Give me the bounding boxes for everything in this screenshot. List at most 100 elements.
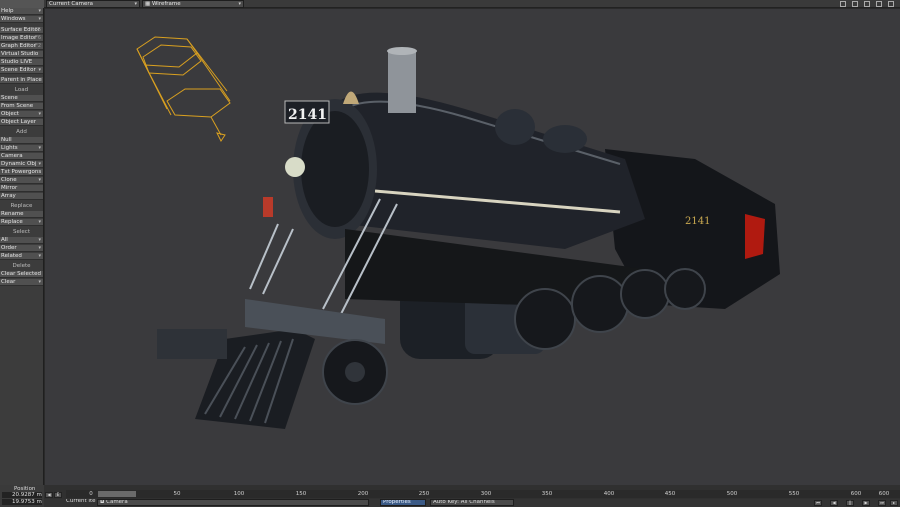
image-editor-button[interactable]: Image Editor F6: [0, 35, 43, 42]
from-scene-label: From Scene: [1, 103, 34, 109]
replace-label: Replace: [1, 219, 23, 225]
add-dynamic-obj-button[interactable]: Dynamic Obj ▾: [0, 161, 43, 168]
select-related-label: Related: [1, 253, 22, 259]
delete-header: Delete: [12, 263, 31, 269]
select-order-button[interactable]: Order ▾: [0, 245, 43, 252]
clear-button[interactable]: Clear ▾: [0, 279, 43, 286]
add-lights-button[interactable]: Lights ▾: [0, 145, 43, 152]
go-end-icon[interactable]: ⏭: [878, 500, 886, 506]
current-item-dropdown[interactable]: ◘ Camera: [97, 499, 369, 506]
replace-button[interactable]: Replace ▾: [0, 219, 43, 226]
add-null-button[interactable]: Null: [0, 137, 43, 144]
grid-icon[interactable]: [864, 1, 870, 7]
chevron-down-icon: ▾: [38, 111, 41, 117]
position-block: Position 20.9287 m 19.9753 m: [0, 485, 44, 507]
tick-label: 100: [233, 491, 245, 497]
settings-icon[interactable]: [888, 1, 894, 7]
array-button[interactable]: Array: [0, 193, 43, 200]
select-related-button[interactable]: Related ▾: [0, 253, 43, 260]
chevron-down-icon: ▾: [134, 1, 137, 7]
chevron-down-icon: ▾: [38, 16, 41, 22]
clone-label: Clone: [1, 177, 17, 183]
tick-label: 600: [878, 491, 890, 497]
step-back-icon[interactable]: ◀: [830, 500, 838, 506]
tick-label: 550: [788, 491, 800, 497]
viewport-layout-icon[interactable]: [840, 1, 846, 7]
add-header: Add: [16, 129, 27, 135]
object-layer-button[interactable]: Object Layer: [0, 119, 43, 126]
locomotive-number: 2141: [288, 107, 327, 123]
parent-in-place-button[interactable]: Parent in Place: [0, 77, 43, 84]
camera-view-dropdown[interactable]: Current Camera ▾: [46, 0, 140, 8]
image-editor-label: Image Editor: [1, 35, 37, 41]
maximize-icon[interactable]: [852, 1, 858, 7]
clear-selected-label: Clear Selected: [1, 271, 41, 277]
select-order-label: Order: [1, 245, 17, 251]
windows-label: Windows: [1, 16, 26, 22]
key-icon[interactable]: ◀: [45, 492, 53, 498]
shortcut-label: F2: [34, 43, 41, 49]
help-label: Help: [1, 8, 14, 14]
scene-editor-button[interactable]: Scene Editor ▾: [0, 67, 43, 74]
shortcut-label: F5: [34, 27, 41, 33]
chevron-down-icon: ▾: [38, 279, 41, 285]
parent-in-place-label: Parent in Place: [1, 77, 42, 83]
load-object-label: Object: [1, 111, 19, 117]
current-item-value: Camera: [106, 499, 128, 505]
go-start-icon[interactable]: ⏮: [814, 500, 822, 506]
tick-label: 300: [480, 491, 492, 497]
virtual-studio-label: Virtual Studio: [1, 51, 39, 57]
load-object-button[interactable]: Object ▾: [0, 111, 43, 118]
mirror-button[interactable]: Mirror: [0, 185, 43, 192]
tick-label: 50: [173, 491, 181, 497]
add-camera-button[interactable]: Camera: [0, 153, 43, 160]
load-scene-button[interactable]: Scene: [0, 95, 43, 102]
properties-button[interactable]: Properties: [380, 499, 426, 506]
studio-live-button[interactable]: Studio LIVE: [0, 59, 43, 66]
txt-powergons-label: Txt Powergons: [1, 169, 42, 175]
load-scene-label: Scene: [1, 95, 18, 101]
position-x-field[interactable]: 20.9287 m: [2, 492, 42, 498]
help-button[interactable]: Help ▾: [0, 8, 43, 15]
top-bar: Current Camera ▾ ▦ Wireframe ▾: [0, 0, 900, 8]
tick-label: 400: [603, 491, 615, 497]
tick-label: 500: [726, 491, 738, 497]
position-y-field[interactable]: 19.9753 m: [2, 499, 42, 505]
scene-render: 2141 2141: [136, 36, 780, 429]
clear-selected-button[interactable]: Clear Selected: [0, 271, 43, 278]
chevron-down-icon: ▾: [38, 237, 41, 243]
tick-label: 200: [357, 491, 369, 497]
txt-powergons-button[interactable]: Txt Powergons: [0, 169, 43, 176]
tick-label: 450: [664, 491, 676, 497]
add-null-label: Null: [1, 137, 12, 143]
timeline-panel: Position 20.9287 m 19.9753 m ◀ E 0 50 10…: [0, 485, 900, 507]
rename-button[interactable]: Rename: [0, 211, 43, 218]
add-lights-label: Lights: [1, 145, 18, 151]
pause-icon[interactable]: ‖: [846, 500, 854, 506]
menu-corner[interactable]: [0, 0, 44, 8]
windows-button[interactable]: Windows ▾: [0, 16, 43, 23]
array-label: Array: [1, 193, 16, 199]
surface-editor-button[interactable]: Surface Editor F5: [0, 27, 43, 34]
chevron-down-icon: ▾: [38, 67, 41, 73]
zoom-icon[interactable]: [876, 1, 882, 7]
virtual-studio-button[interactable]: Virtual Studio: [0, 51, 43, 58]
3d-viewport[interactable]: 2141 2141: [45, 9, 900, 486]
graph-editor-button[interactable]: Graph Editor F2: [0, 43, 43, 50]
mirror-label: Mirror: [1, 185, 18, 191]
select-header: Select: [13, 229, 30, 235]
auto-key-dropdown[interactable]: Auto Key: All Channels: [430, 499, 514, 506]
expand-icon[interactable]: E: [54, 492, 62, 498]
studio-live-label: Studio LIVE: [1, 59, 33, 65]
chevron-down-icon: ▾: [38, 145, 41, 151]
select-all-button[interactable]: All ▾: [0, 237, 43, 244]
wireframe-icon: ▦: [145, 1, 152, 7]
step-forward-icon[interactable]: ▸: [890, 500, 898, 506]
timeline-ruler[interactable]: 0 50 100 150 200 250 300 350 400 450 500…: [66, 490, 900, 498]
clone-button[interactable]: Clone ▾: [0, 177, 43, 184]
play-icon[interactable]: ▶: [862, 500, 870, 506]
tick-label: 600: [850, 491, 862, 497]
render-mode-dropdown[interactable]: ▦ Wireframe ▾: [142, 0, 244, 8]
from-scene-button[interactable]: From Scene: [0, 103, 43, 110]
current-frame-slider[interactable]: [98, 491, 136, 497]
